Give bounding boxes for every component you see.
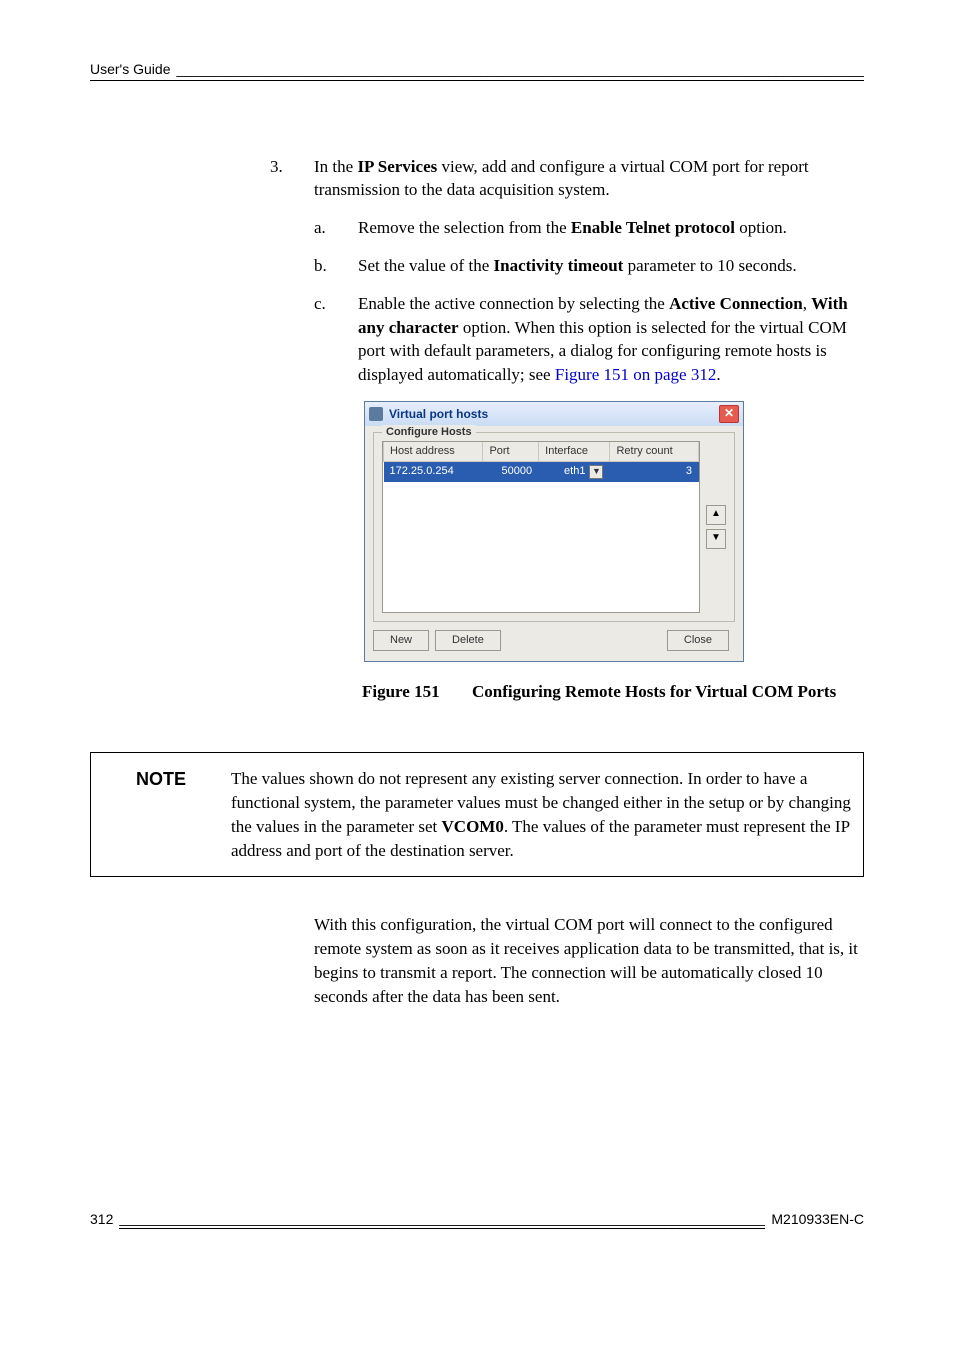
para-text: option. [735, 218, 787, 237]
sub-number-c: c. [314, 292, 358, 387]
term-active-connection: Active Connection [669, 294, 803, 313]
delete-button[interactable]: Delete [435, 630, 501, 651]
para-text: Enable the active connection by selectin… [358, 294, 669, 313]
move-up-button[interactable]: ▲ [706, 505, 726, 525]
col-host-address[interactable]: Host address [384, 442, 483, 462]
group-configure-hosts: Configure Hosts Host address [373, 432, 735, 622]
dialog-titlebar: Virtual port hosts ✕ [365, 402, 743, 426]
table-row[interactable]: 172.25.0.254 50000 eth1 ▼ [384, 462, 699, 482]
cell-host-address[interactable]: 172.25.0.254 [384, 462, 483, 482]
figure-title: Configuring Remote Hosts for Virtual COM… [472, 680, 864, 704]
doc-id: M210933EN-C [765, 1210, 864, 1230]
body-paragraph: With this configuration, the virtual COM… [90, 913, 864, 1008]
app-icon [369, 407, 383, 421]
group-label: Configure Hosts [382, 425, 476, 440]
dialog-virtual-port-hosts: Virtual port hosts ✕ Configure Hosts [364, 401, 744, 662]
new-button[interactable]: New [373, 630, 429, 651]
term-vcom0: VCOM0 [442, 817, 504, 836]
cell-interface[interactable]: eth1 ▼ [539, 462, 610, 482]
hosts-listbox[interactable]: Host address Port Interface Retry count [382, 441, 700, 613]
figure-caption: Figure 151 Configuring Remote Hosts for … [362, 680, 864, 704]
term-inactivity-timeout: Inactivity timeout [494, 256, 624, 275]
cell-port[interactable]: 50000 [483, 462, 539, 482]
chevron-down-icon[interactable]: ▼ [589, 465, 603, 479]
cell-retry[interactable]: 3 [610, 462, 699, 482]
note-box: NOTE The values shown do not represent a… [90, 752, 864, 877]
running-header: User's Guide ___________________________… [90, 60, 864, 85]
para-text: Remove the selection from the [358, 218, 571, 237]
list-number-3: 3. [270, 155, 314, 735]
page-number: 312 [90, 1210, 119, 1230]
cross-ref-figure-151[interactable]: Figure 151 on page 312 [555, 365, 716, 384]
figure-number: Figure 151 [362, 680, 472, 704]
header-title: User's Guide [90, 60, 176, 80]
sub-number-b: b. [314, 254, 358, 278]
para-text: parameter to 10 seconds. [623, 256, 796, 275]
col-interface[interactable]: Interface [539, 442, 610, 462]
col-port[interactable]: Port [483, 442, 539, 462]
page-footer: 312 ____________________________________… [90, 1209, 864, 1230]
para-text: , [803, 294, 812, 313]
sub-number-a: a. [314, 216, 358, 240]
term-ip-services: IP Services [357, 157, 437, 176]
para-text: . [716, 365, 720, 384]
cell-interface-value: eth1 [564, 464, 585, 479]
para-text: In the [314, 157, 357, 176]
term-enable-telnet: Enable Telnet protocol [571, 218, 735, 237]
move-down-button[interactable]: ▼ [706, 529, 726, 549]
close-icon[interactable]: ✕ [719, 405, 739, 423]
col-retry-count[interactable]: Retry count [610, 442, 699, 462]
note-heading: NOTE [91, 753, 231, 876]
para-text: Set the value of the [358, 256, 494, 275]
close-button[interactable]: Close [667, 630, 729, 651]
dialog-title-text: Virtual port hosts [389, 406, 488, 423]
